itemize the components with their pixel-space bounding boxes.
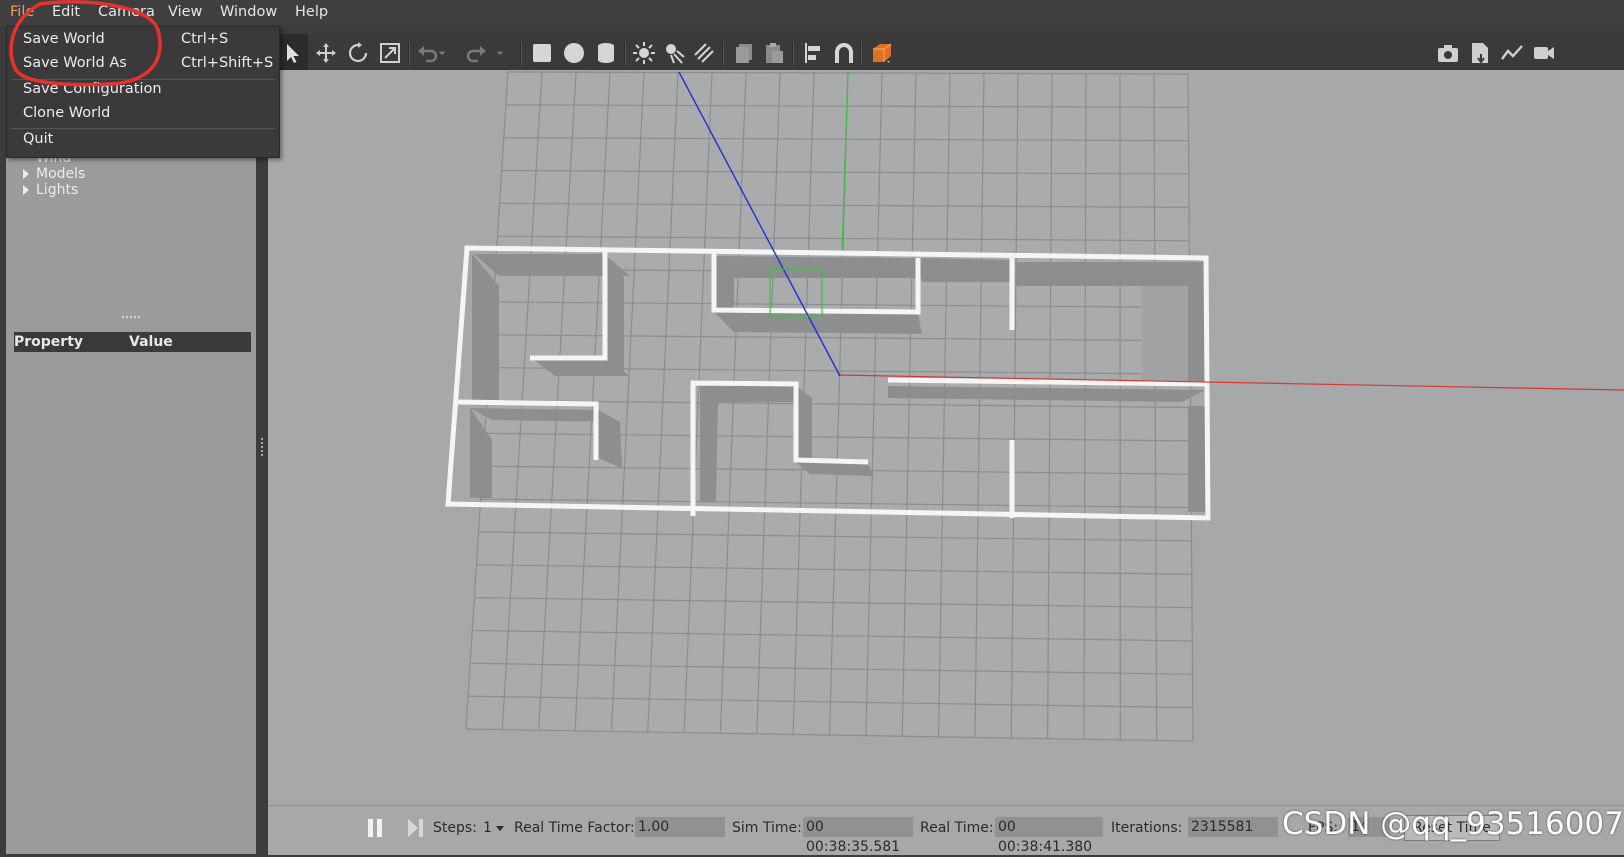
snap-icon[interactable]	[830, 34, 858, 72]
cylinder-icon[interactable]	[592, 34, 620, 72]
video-record-icon[interactable]	[1530, 34, 1558, 72]
3d-viewport[interactable]	[268, 70, 1624, 805]
pause-icon[interactable]	[368, 819, 382, 837]
plot-icon[interactable]	[1498, 34, 1526, 72]
iterations-label: Iterations:	[1111, 820, 1182, 836]
expand-arrow-icon[interactable]	[23, 185, 29, 195]
panel-splitter-handle[interactable]	[122, 316, 140, 320]
screenshot-icon[interactable]	[1434, 34, 1462, 72]
real-time-factor-value: 1.00	[635, 817, 725, 837]
toolbar-separator	[624, 42, 626, 66]
step-icon[interactable]	[408, 819, 424, 837]
toolbar-separator	[408, 42, 410, 66]
annotation-circle	[0, 0, 180, 96]
scale-icon[interactable]	[376, 34, 404, 72]
watermark-text: CSDN @qq_935160072	[1282, 806, 1624, 842]
tree-item-lights[interactable]: Lights	[36, 182, 78, 198]
value-column-header[interactable]: Value	[129, 334, 173, 350]
steps-label: Steps:	[433, 820, 477, 836]
box-icon[interactable]	[528, 34, 556, 72]
menu-window[interactable]: Window	[220, 4, 277, 20]
steps-dropdown-icon[interactable]	[496, 826, 504, 831]
scene-render[interactable]	[268, 70, 1624, 805]
paste-icon[interactable]	[760, 34, 788, 72]
splitter-grip	[261, 438, 265, 456]
align-icon[interactable]	[800, 34, 828, 72]
menu-item-clone-world[interactable]: Clone World	[23, 105, 110, 121]
toolbar-separator	[520, 42, 522, 66]
sim-time-label: Sim Time:	[732, 820, 802, 836]
toolbar-separator	[722, 42, 724, 66]
menu-item-quit[interactable]: Quit	[23, 131, 53, 147]
redo-icon[interactable]	[462, 34, 490, 72]
undo-dropdown-icon[interactable]	[434, 34, 450, 72]
view-angle-icon[interactable]	[868, 34, 896, 72]
sim-time-value: 00 00:38:35.581	[803, 817, 913, 837]
spot-light-icon[interactable]	[660, 34, 688, 72]
select-arrow-icon[interactable]	[280, 34, 308, 72]
property-table-header: Property Value	[14, 332, 251, 352]
redo-dropdown-icon[interactable]	[492, 34, 508, 72]
directional-light-icon[interactable]	[690, 34, 718, 72]
expand-arrow-icon[interactable]	[23, 169, 29, 179]
log-icon[interactable]	[1466, 34, 1494, 72]
point-light-icon[interactable]	[630, 34, 658, 72]
translate-icon[interactable]	[312, 34, 340, 72]
toolbar-separator	[860, 42, 862, 66]
copy-icon[interactable]	[730, 34, 758, 72]
left-panel: Wind Models Lights Property Value	[6, 70, 256, 854]
steps-value[interactable]: 1	[483, 820, 492, 836]
shortcut-save-world: Ctrl+S	[181, 31, 228, 47]
property-column-header[interactable]: Property	[14, 334, 83, 350]
menu-help[interactable]: Help	[295, 4, 328, 20]
shortcut-save-world-as: Ctrl+Shift+S	[181, 55, 273, 71]
toolbar	[270, 34, 1624, 73]
real-time-value: 00 00:38:41.380	[995, 817, 1103, 837]
sphere-icon[interactable]	[560, 34, 588, 72]
real-time-label: Real Time:	[920, 820, 994, 836]
rotate-icon[interactable]	[344, 34, 372, 72]
real-time-factor-label: Real Time Factor:	[514, 820, 635, 836]
toolbar-separator	[792, 42, 794, 66]
tree-item-models[interactable]: Models	[36, 166, 85, 182]
menubar: File Edit Camera View Window Help	[0, 0, 1624, 26]
panel-splitter[interactable]	[256, 70, 268, 854]
menu-separator	[11, 128, 275, 129]
iterations-value: 2315581	[1188, 817, 1278, 837]
